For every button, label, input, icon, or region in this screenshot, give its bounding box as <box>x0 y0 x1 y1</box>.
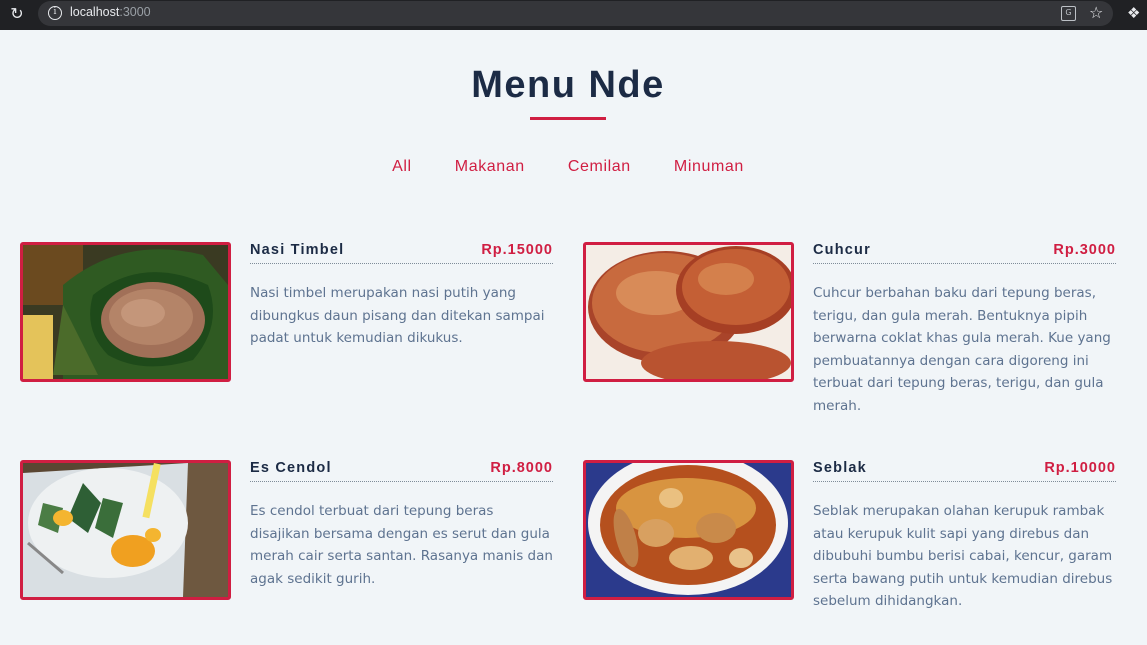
seblak-photo <box>586 463 791 597</box>
menu-item-name: Es Cendol <box>250 460 332 476</box>
menu-item-image <box>583 460 794 600</box>
extensions-puzzle-icon[interactable]: ❖ <box>1127 4 1140 22</box>
filter-all-button[interactable]: All <box>392 158 412 176</box>
menu-item-header: Cuhcur Rp.3000 <box>813 242 1116 264</box>
filter-minuman-button[interactable]: Minuman <box>674 158 744 176</box>
site-info-icon[interactable]: i <box>48 6 62 20</box>
url-port: :3000 <box>119 5 151 19</box>
menu-item-price: Rp.15000 <box>481 242 553 258</box>
menu-item-image <box>583 242 794 382</box>
menu-item-name: Cuhcur <box>813 242 871 258</box>
menu-item-header: Seblak Rp.10000 <box>813 460 1116 482</box>
menu-item-name: Seblak <box>813 460 867 476</box>
url-text: localhost:3000 <box>70 5 151 19</box>
translate-icon[interactable]: G <box>1061 6 1076 21</box>
menu-item-price: Rp.8000 <box>490 460 553 476</box>
menu-item-price: Rp.3000 <box>1053 242 1116 258</box>
menu-item-image <box>20 460 231 600</box>
menu-item-description: Es cendol terbuat dari tepung beras disa… <box>250 503 553 587</box>
menu-item-header: Es Cendol Rp.8000 <box>250 460 553 482</box>
menu-item-description: Nasi timbel merupakan nasi putih yang di… <box>250 285 545 346</box>
nasi-timbel-photo <box>23 245 228 379</box>
category-filter-bar: All Makanan Cemilan Minuman <box>0 156 1136 176</box>
url-host: localhost <box>70 5 120 19</box>
browser-toolbar: ↻ i localhost:3000 G ☆ ❖ <box>0 0 1147 30</box>
menu-item-description: Cuhcur berbahan baku dari tepung beras, … <box>813 285 1111 414</box>
menu-item-image <box>20 242 231 382</box>
title-underline <box>530 117 606 120</box>
address-bar[interactable]: i localhost:3000 G ☆ <box>38 1 1113 26</box>
menu-item-price: Rp.10000 <box>1044 460 1116 476</box>
filter-cemilan-button[interactable]: Cemilan <box>568 158 631 176</box>
page-title: Menu Nde <box>471 64 665 106</box>
cuhcur-photo <box>586 245 791 379</box>
menu-item-description: Seblak merupakan olahan kerupuk rambak a… <box>813 503 1113 609</box>
filter-makanan-button[interactable]: Makanan <box>455 158 525 176</box>
menu-item-header: Nasi Timbel Rp.15000 <box>250 242 553 264</box>
bookmark-star-icon[interactable]: ☆ <box>1089 3 1103 22</box>
menu-item-name: Nasi Timbel <box>250 242 345 258</box>
es-cendol-photo <box>23 463 228 597</box>
reload-icon[interactable]: ↻ <box>8 5 26 23</box>
